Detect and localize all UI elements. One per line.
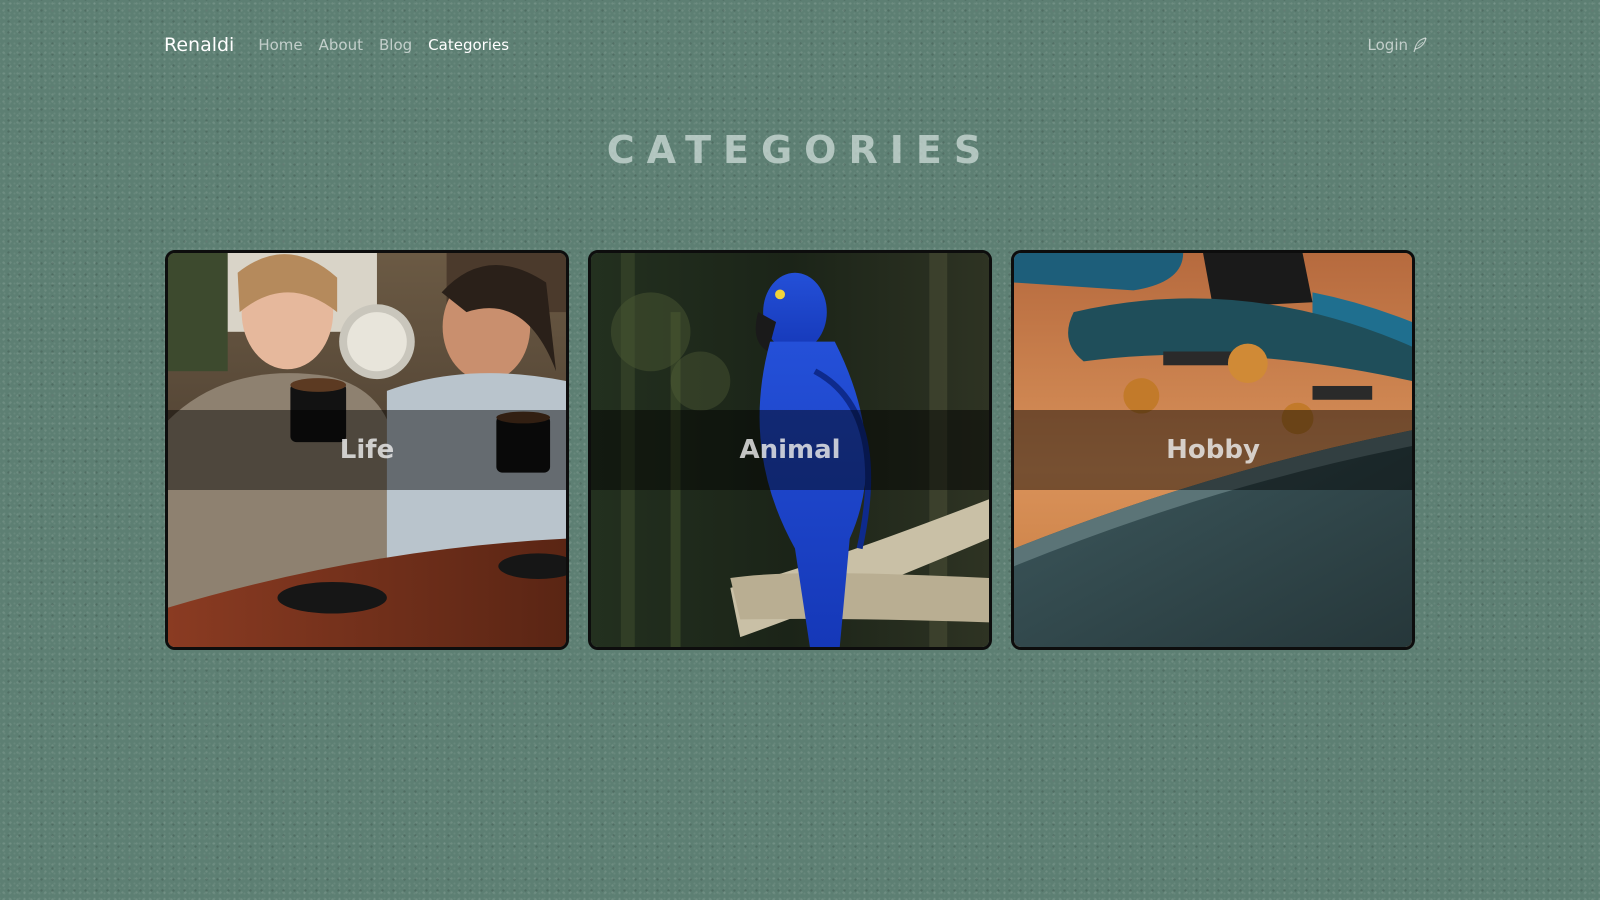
feather-icon <box>1413 37 1427 53</box>
category-label-hobby: Hobby <box>1166 435 1260 465</box>
brand-logo[interactable]: Renaldi <box>164 34 234 56</box>
nav-link-categories[interactable]: Categories <box>428 36 509 54</box>
login-link[interactable]: Login <box>1368 36 1428 54</box>
category-cards: Life Animal Hobby <box>165 250 1436 656</box>
category-card-life[interactable]: Life <box>165 250 569 650</box>
page-title: CATEGORIES <box>606 128 994 172</box>
nav-left: Renaldi Home About Blog Categories <box>164 34 525 56</box>
category-card-hobby[interactable]: Hobby <box>1011 250 1415 650</box>
nav-link-blog[interactable]: Blog <box>379 36 412 54</box>
nav-link-home[interactable]: Home <box>258 36 302 54</box>
category-label-life: Life <box>339 435 395 465</box>
category-label-animal: Animal <box>739 435 841 465</box>
navbar: Renaldi Home About Blog Categories Login <box>164 30 1428 60</box>
nav-link-about[interactable]: About <box>319 36 363 54</box>
login-label: Login <box>1367 36 1408 54</box>
category-card-animal[interactable]: Animal <box>588 250 992 650</box>
